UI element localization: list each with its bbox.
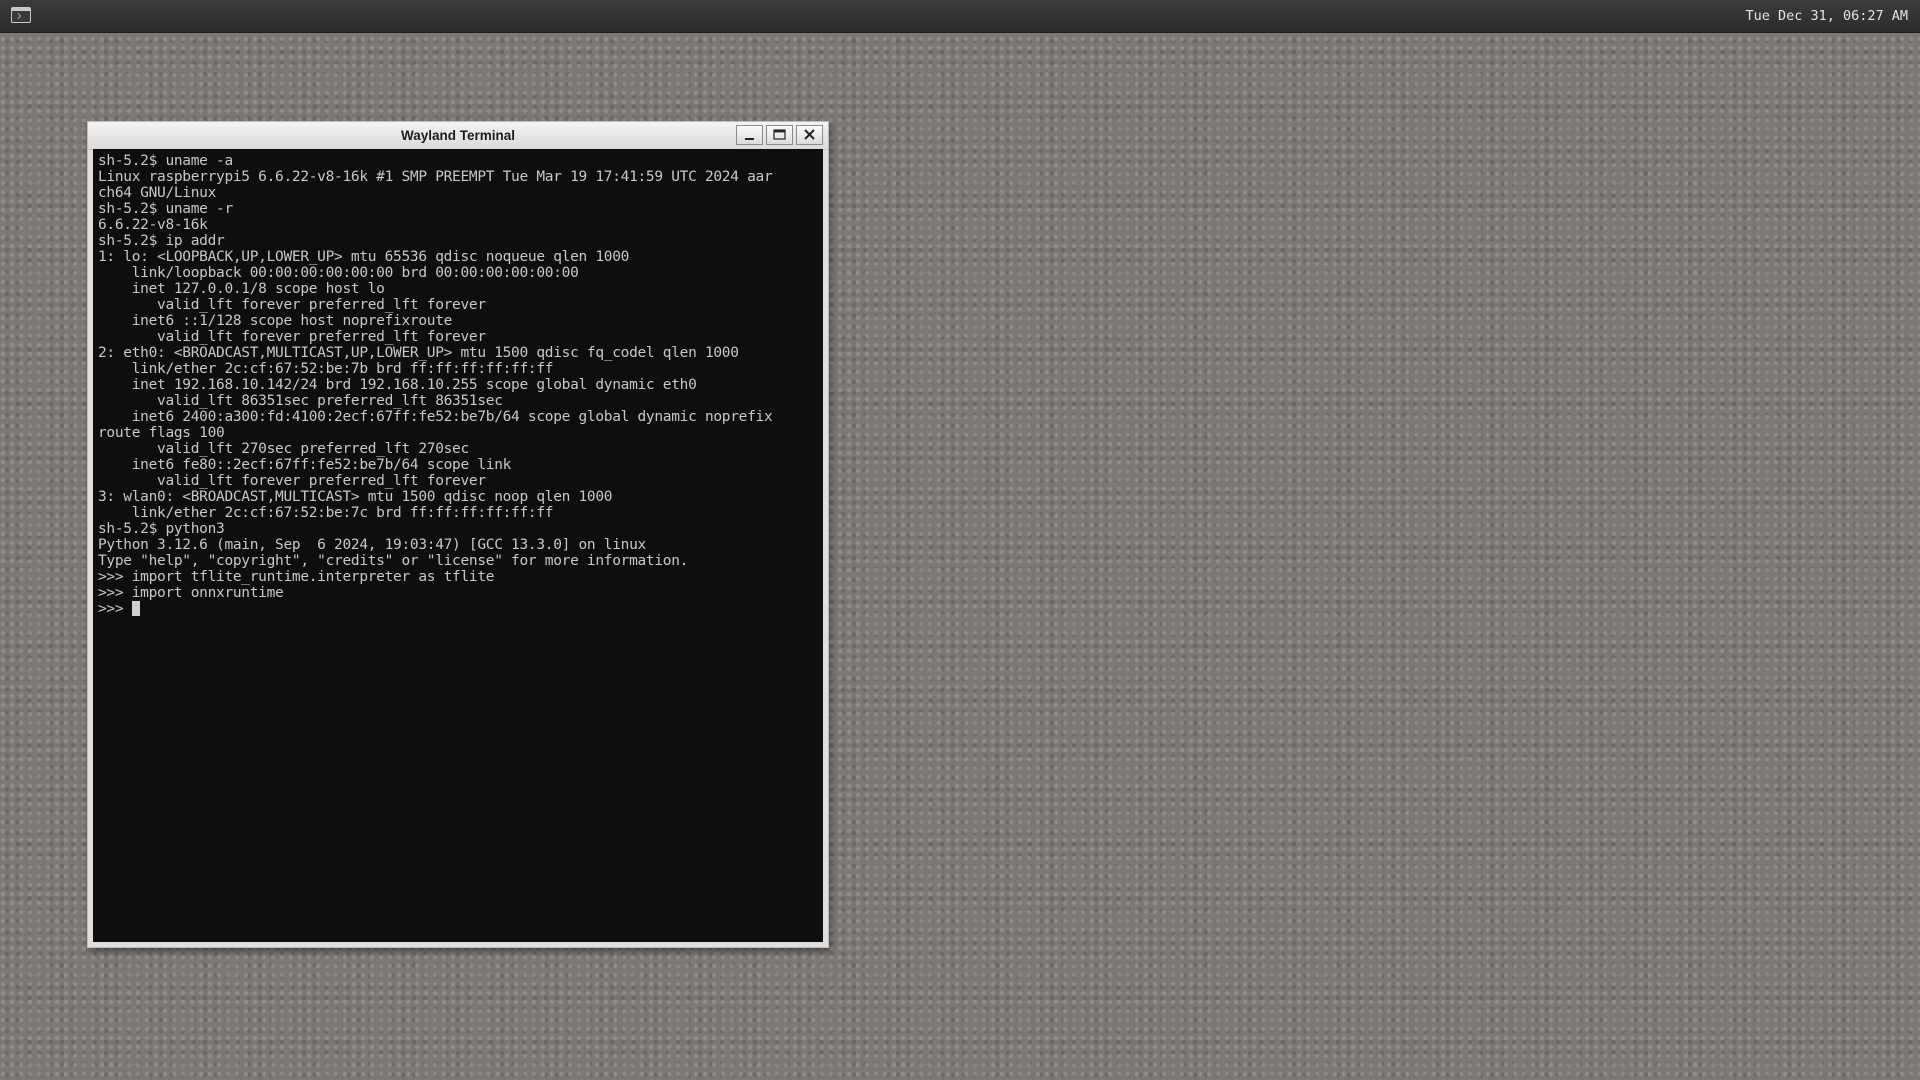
terminal-line: link/loopback 00:00:00:00:00:00 brd 00:0… [98,265,579,281]
terminal-line: sh-5.2$ uname -a [98,153,233,169]
terminal-prompt-line: >>> [98,601,823,617]
close-icon [804,129,815,140]
minimize-button[interactable] [736,125,763,145]
window-titlebar[interactable]: Wayland Terminal [88,122,828,150]
maximize-button[interactable] [766,125,793,145]
text-cursor [131,601,140,616]
terminal-lines: sh-5.2$ uname -a Linux raspberrypi5 6.6.2… [98,153,823,601]
terminal-line: sh-5.2$ python3 [98,521,225,537]
panel-clock[interactable]: Tue Dec 31, 06:27 AM [1745,0,1908,32]
terminal-line: 6.6.22-v8-16k [98,217,208,233]
terminal-line: >>> import onnxruntime [98,585,284,601]
terminal-line: valid_lft forever preferred_lft forever [98,473,486,489]
terminal-window: Wayland Terminal sh-5.2$ uname -a Linux r… [87,121,829,948]
terminal-line: Python 3.12.6 (main, Sep 6 2024, 19:03:4… [98,537,646,553]
terminal-line: ch64 GNU/Linux [98,185,217,201]
maximize-icon [773,129,786,140]
terminal-prompt: >>> [98,601,132,617]
terminal-line: link/ether 2c:cf:67:52:be:7b brd ff:ff:f… [98,361,554,377]
terminal-line: 1: lo: <LOOPBACK,UP,LOWER_UP> mtu 65536 … [98,249,630,265]
terminal-output[interactable]: sh-5.2$ uname -a Linux raspberrypi5 6.6.2… [93,149,823,942]
terminal-line: inet6 fe80::2ecf:67ff:fe52:be7b/64 scope… [98,457,512,473]
terminal-line: valid_lft forever preferred_lft forever [98,329,486,345]
terminal-line: route flags 100 [98,425,225,441]
terminal-line: valid_lft 86351sec preferred_lft 86351se… [98,393,503,409]
terminal-line: inet6 ::1/128 scope host noprefixroute [98,313,453,329]
terminal-line: inet6 2400:a300:fd:4100:2ecf:67ff:fe52:b… [98,409,773,425]
terminal-line: inet 192.168.10.142/24 brd 192.168.10.25… [98,377,697,393]
terminal-line: >>> import tflite_runtime.interpreter as… [98,569,495,585]
terminal-line: valid_lft forever preferred_lft forever [98,297,486,313]
minimize-icon [745,138,754,140]
terminal-line: sh-5.2$ ip addr [98,233,225,249]
terminal-line: valid_lft 270sec preferred_lft 270sec [98,441,469,457]
terminal-line: Type "help", "copyright", "credits" or "… [98,553,689,569]
close-button[interactable] [796,125,823,145]
top-panel: Tue Dec 31, 06:27 AM [0,0,1920,33]
terminal-line: link/ether 2c:cf:67:52:be:7c brd ff:ff:f… [98,505,554,521]
terminal-line: sh-5.2$ uname -r [98,201,233,217]
terminal-line: Linux raspberrypi5 6.6.22-v8-16k #1 SMP … [98,169,773,185]
terminal-line: 3: wlan0: <BROADCAST,MULTICAST> mtu 1500… [98,489,613,505]
terminal-icon[interactable] [11,7,31,23]
terminal-line: inet 127.0.0.1/8 scope host lo [98,281,385,297]
window-title: Wayland Terminal [400,128,516,143]
terminal-line: 2: eth0: <BROADCAST,MULTICAST,UP,LOWER_U… [98,345,739,361]
